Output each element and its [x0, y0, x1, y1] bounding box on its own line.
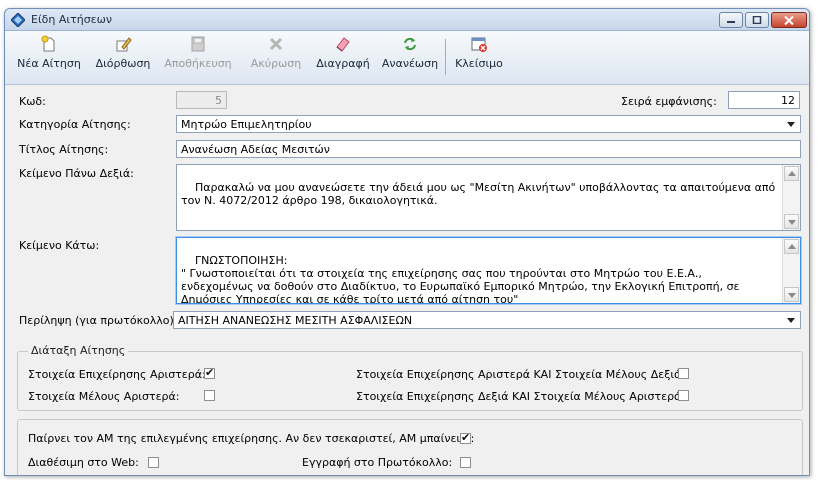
eraser-icon — [336, 37, 350, 52]
top-text-label: Κείμενο Πάνω Δεξιά: — [19, 167, 134, 180]
summary-label: Περίληψη (για πρωτόκολλο): — [19, 314, 178, 327]
delete-label: Διαγραφή — [316, 57, 370, 70]
layout-option-company-right-member-left-checkbox[interactable] — [678, 390, 689, 401]
cancel-x-icon — [269, 37, 283, 51]
title-field[interactable]: Ανανέωση Αδείας Μεσιτών — [176, 140, 801, 158]
layout-option-company-left-checkbox[interactable]: ✔ — [204, 366, 215, 379]
layout-option-member-left-label: Στοιχεία Μέλους Αριστερά: — [28, 390, 180, 403]
scroll-up-button[interactable] — [784, 239, 799, 254]
layout-option-member-left-checkbox[interactable] — [204, 390, 215, 401]
new-request-button[interactable]: Νέα Αίτηση — [15, 35, 83, 81]
code-field[interactable]: 5 — [176, 91, 227, 109]
edit-pencil-icon — [116, 37, 132, 52]
new-request-label: Νέα Αίτηση — [17, 57, 81, 70]
cancel-button[interactable]: Ακύρωση — [247, 35, 305, 81]
chevron-down-icon — [787, 122, 795, 127]
edit-label: Διόρθωση — [95, 57, 151, 70]
layout-option-company-left-member-right-label: Στοιχεία Επιχείρησης Αριστερά ΚΑΙ Στοιχε… — [356, 368, 686, 381]
title-bar: Είδη Αιτήσεων — [5, 9, 809, 31]
summary-value: ΑΙΤΗΣΗ ΑΝΑΝΕΩΣΗΣ ΜΕΣΙΤΗ ΑΣΦΑΛΙΣΕΩΝ — [178, 314, 413, 327]
layout-option-company-right-member-left-label: Στοιχεία Επιχείρησης Δεξιά ΚΑΙ Στοιχεία … — [356, 390, 686, 403]
category-label: Κατηγορία Αίτησης: — [19, 118, 131, 131]
delete-button[interactable]: Διαγραφή — [312, 35, 374, 81]
refresh-button[interactable]: Ανανέωση — [380, 35, 440, 81]
save-label: Αποθήκευση — [164, 57, 232, 70]
display-order-label: Σειρά εμφάνισης: — [621, 95, 717, 108]
edit-button[interactable]: Διόρθωση — [92, 35, 154, 81]
app-diamond-icon — [11, 13, 25, 27]
web-available-checkbox[interactable] — [148, 457, 159, 468]
protocol-entry-checkbox[interactable] — [460, 457, 471, 468]
save-disk-icon — [191, 36, 205, 52]
save-button[interactable]: Αποθήκευση — [162, 35, 234, 81]
bottom-text-scrollbar[interactable] — [782, 238, 800, 303]
title-label: Τίτλος Αίτησης: — [19, 143, 109, 156]
toolbar: Νέα Αίτηση Διόρθωση Αποθήκευση Ακύρωση Δ… — [5, 31, 809, 85]
scroll-up-button[interactable] — [784, 166, 799, 181]
category-value: Μητρώο Επιμελητηρίου — [181, 118, 312, 131]
options-groupbox: Παίρνει τον ΑΜ της επιλεγμένης επιχείρησ… — [17, 419, 803, 475]
scroll-down-button[interactable] — [784, 214, 799, 229]
layout-option-company-left-label: Στοιχεία Επιχείρησης Αριστερά: — [28, 368, 206, 381]
refresh-arrows-icon — [404, 37, 416, 51]
refresh-label: Ανανέωση — [381, 57, 439, 70]
close-window-icon — [471, 37, 487, 52]
top-text-scrollbar[interactable] — [782, 165, 800, 230]
bottom-text-value: ΓΝΩΣΤΟΠΟΙΗΣΗ: " Γνωστοποιείται ότι τα στ… — [181, 254, 740, 304]
web-available-label: Διαθέσιμη στο Web: — [28, 456, 139, 469]
protocol-entry-label: Εγγραφή στο Πρωτόκολλο: — [302, 456, 453, 469]
layout-groupbox: Διάταξη Αίτησης Στοιχεία Επιχείρησης Αρι… — [17, 344, 803, 411]
bottom-text-memo[interactable]: ΓΝΩΣΤΟΠΟΙΗΣΗ: " Γνωστοποιείται ότι τα στ… — [176, 237, 801, 304]
maximize-button[interactable] — [745, 12, 769, 28]
take-am-checkbox[interactable]: ✔ — [460, 431, 471, 444]
check-mark-icon: ✔ — [461, 431, 471, 444]
take-am-label: Παίρνει τον ΑΜ της επιλεγμένης επιχείρησ… — [28, 432, 475, 445]
new-document-icon — [41, 35, 55, 52]
arrow-up-icon — [788, 171, 796, 176]
check-mark-icon: ✔ — [205, 366, 215, 379]
category-dropdown[interactable]: Μητρώο Επιμελητηρίου — [176, 115, 801, 133]
arrow-up-icon — [788, 244, 796, 249]
summary-dropdown[interactable]: ΑΙΤΗΣΗ ΑΝΑΝΕΩΣΗΣ ΜΕΣΙΤΗ ΑΣΦΑΛΙΣΕΩΝ — [173, 311, 801, 329]
close-label: Κλείσιμο — [455, 57, 503, 70]
application-window: Είδη Αιτήσεων Νέα Αίτηση Διόρθωση Αποθήκ… — [4, 8, 810, 476]
arrow-down-icon — [788, 220, 796, 225]
minimize-icon — [727, 21, 735, 23]
layout-group-title: Διάταξη Αίτησης — [28, 344, 129, 357]
toolbar-separator — [445, 39, 446, 75]
scroll-down-button[interactable] — [784, 287, 799, 302]
maximize-icon — [752, 16, 762, 24]
layout-option-company-left-member-right-checkbox[interactable] — [678, 368, 689, 379]
chevron-down-icon — [787, 318, 795, 323]
arrow-down-icon — [788, 293, 796, 298]
close-window-button[interactable] — [771, 12, 807, 28]
cancel-label: Ακύρωση — [250, 57, 302, 70]
top-text-memo[interactable]: Παρακαλώ να μου ανανεώσετε την άδειά μου… — [176, 164, 801, 231]
bottom-text-label: Κείμενο Κάτω: — [19, 239, 100, 252]
display-order-field[interactable]: 12 — [728, 91, 800, 109]
top-text-value: Παρακαλώ να μου ανανεώσετε την άδειά μου… — [181, 181, 779, 207]
code-label: Κωδ: — [19, 95, 46, 108]
close-form-button[interactable]: Κλείσιμο — [451, 35, 507, 81]
close-icon — [784, 15, 794, 25]
minimize-button[interactable] — [719, 12, 743, 28]
window-title: Είδη Αιτήσεων — [31, 13, 112, 26]
